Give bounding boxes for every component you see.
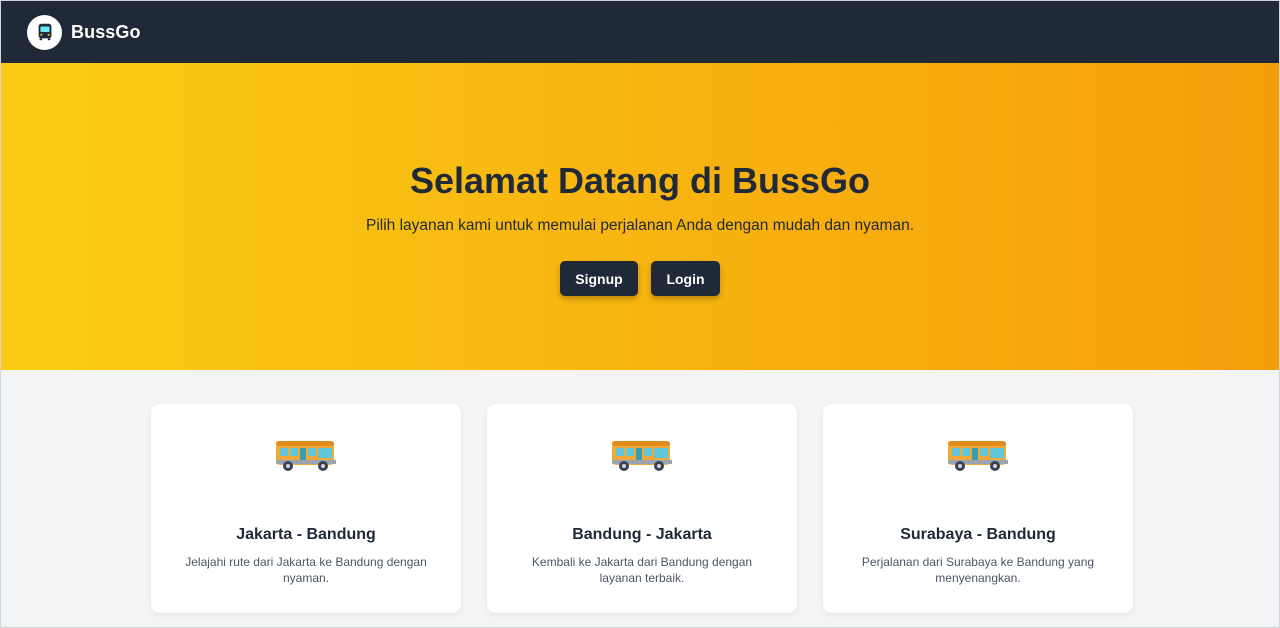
route-card-jakarta-bandung[interactable]: Jakarta - Bandung Jelajahi rute dari Jak…	[151, 404, 461, 613]
login-button[interactable]: Login	[651, 261, 720, 296]
brand-name[interactable]: BussGo	[71, 22, 141, 43]
hero-title: Selamat Datang di BussGo	[409, 160, 871, 201]
card-description: Kembali ke Jakarta dari Bandung dengan l…	[531, 555, 753, 585]
route-cards: Jakarta - Bandung Jelajahi rute dari Jak…	[1, 404, 1279, 613]
signup-button[interactable]: Signup	[560, 261, 638, 296]
card-description: Jelajahi rute dari Jakarta ke Bandung de…	[185, 555, 427, 585]
bus-icon	[38, 23, 51, 41]
bus-icon	[612, 441, 672, 471]
route-card-bandung-jakarta[interactable]: Bandung - Jakarta Kembali ke Jakarta dar…	[487, 404, 797, 613]
logo[interactable]	[27, 14, 62, 50]
bus-icon	[276, 441, 336, 471]
hero-buttons: Signup Login	[560, 261, 720, 296]
hero-section: Selamat Datang di BussGo Pilih layanan k…	[1, 63, 1279, 370]
card-title: Jakarta - Bandung	[236, 526, 376, 543]
navbar: BussGo	[1, 1, 1279, 63]
page: BussGo Selamat Datang di BussGo Pilih la…	[0, 0, 1280, 628]
bus-icon	[948, 441, 1008, 471]
card-title: Surabaya - Bandung	[900, 526, 1056, 543]
hero-subtitle: Pilih layanan kami untuk memulai perjala…	[365, 217, 915, 234]
route-card-surabaya-bandung[interactable]: Surabaya - Bandung Perjalanan dari Surab…	[823, 404, 1133, 613]
card-title: Bandung - Jakarta	[572, 526, 712, 543]
card-description: Perjalanan dari Surabaya ke Bandung yang…	[861, 555, 1095, 585]
